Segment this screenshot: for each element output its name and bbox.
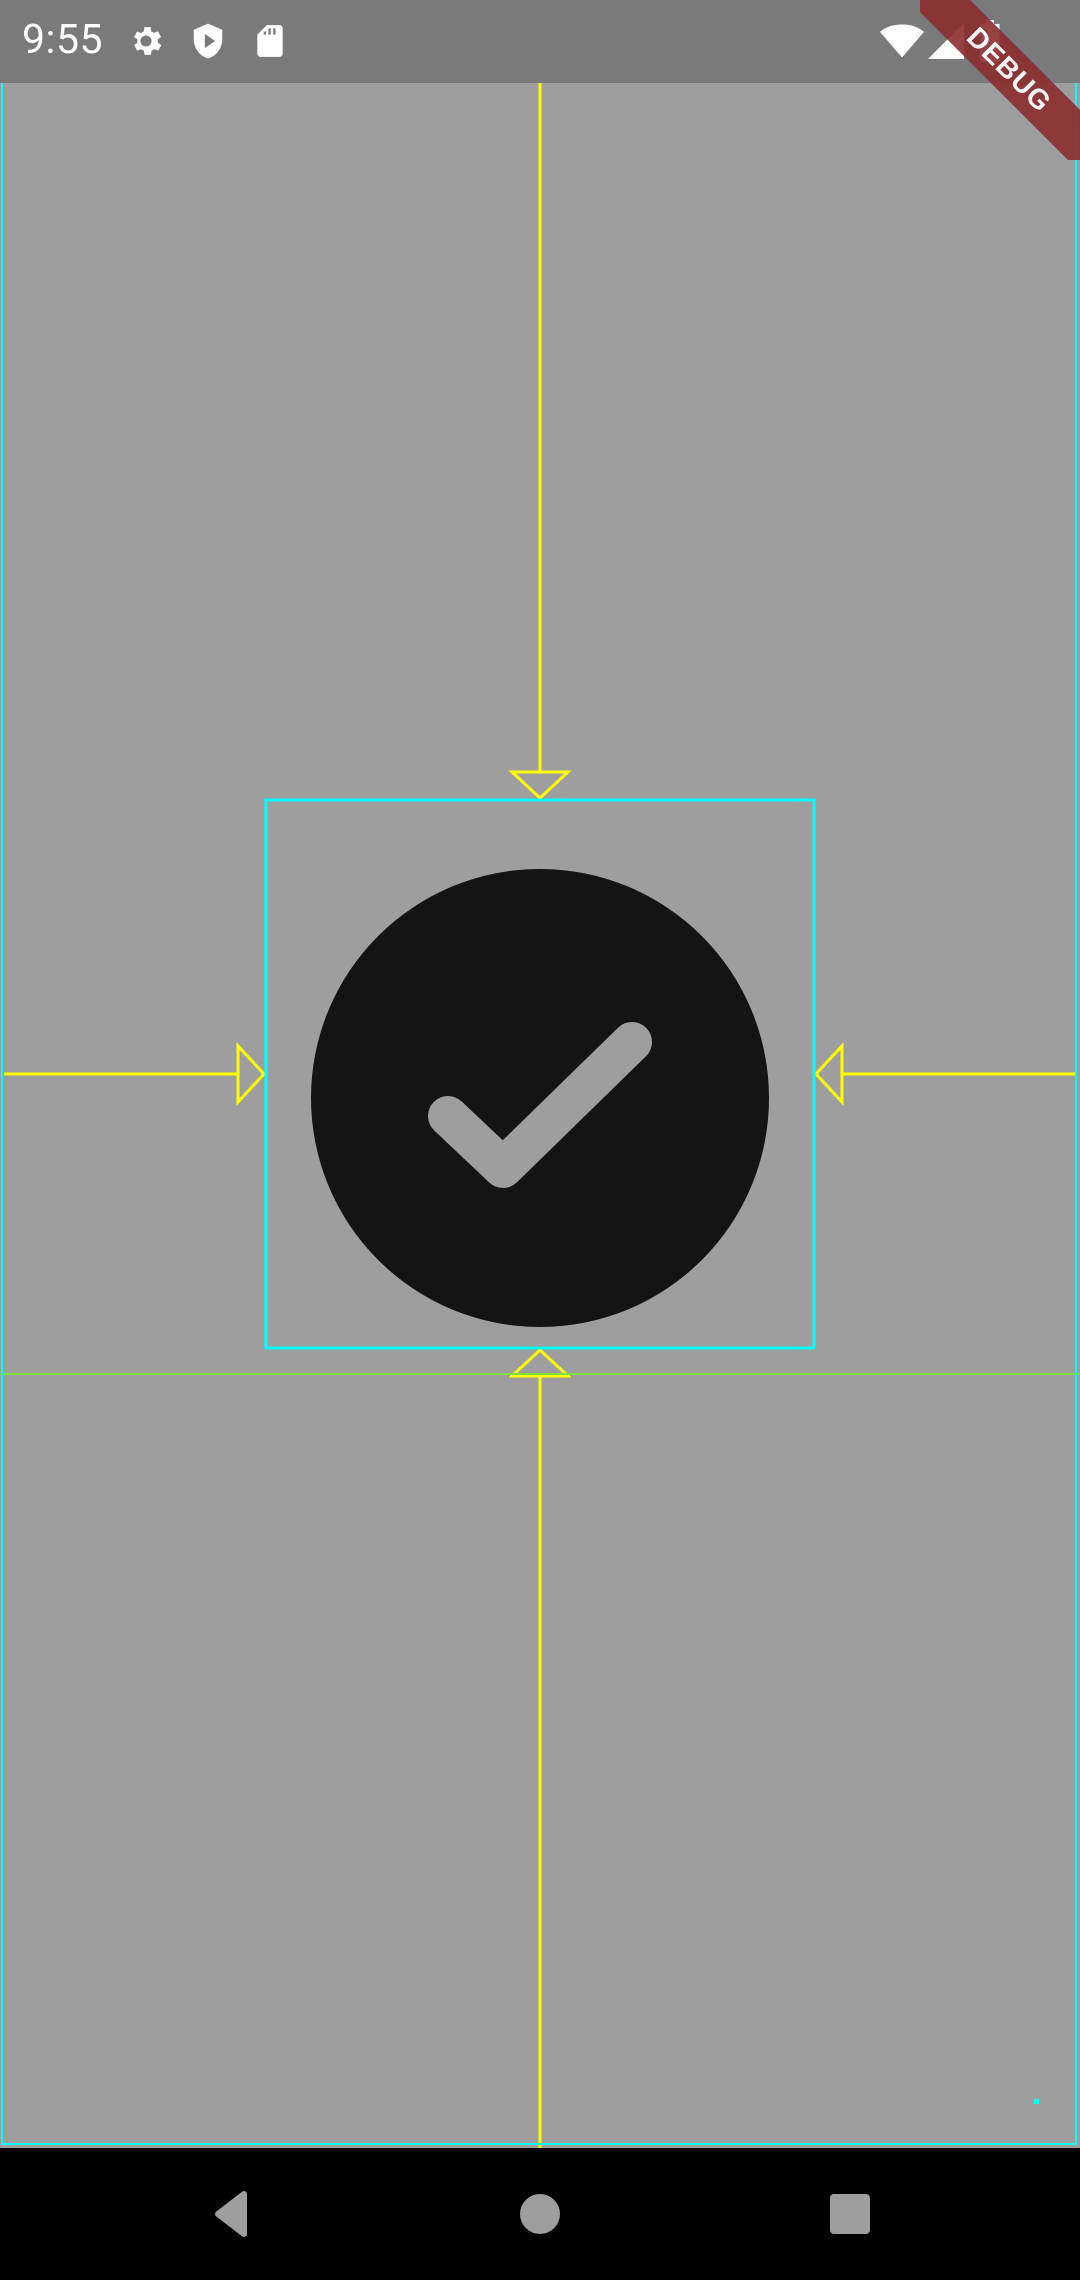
gear-icon <box>133 27 162 55</box>
sd-card-icon <box>257 25 283 57</box>
debug-banner-label: DEBUG <box>920 0 1080 160</box>
app-content-area <box>0 0 1080 2148</box>
home-icon[interactable] <box>500 2174 580 2254</box>
navigation-bar <box>0 2148 1080 2280</box>
back-icon[interactable] <box>200 2174 280 2254</box>
debug-banner: DEBUG <box>920 0 1080 160</box>
shield-play-icon <box>193 23 223 59</box>
recents-icon[interactable] <box>810 2174 890 2254</box>
screen-debug-outline <box>1 1 1077 2145</box>
wifi-icon <box>880 24 924 58</box>
status-bar: 9:55 <box>0 0 1080 83</box>
status-time: 9:55 <box>22 16 104 64</box>
